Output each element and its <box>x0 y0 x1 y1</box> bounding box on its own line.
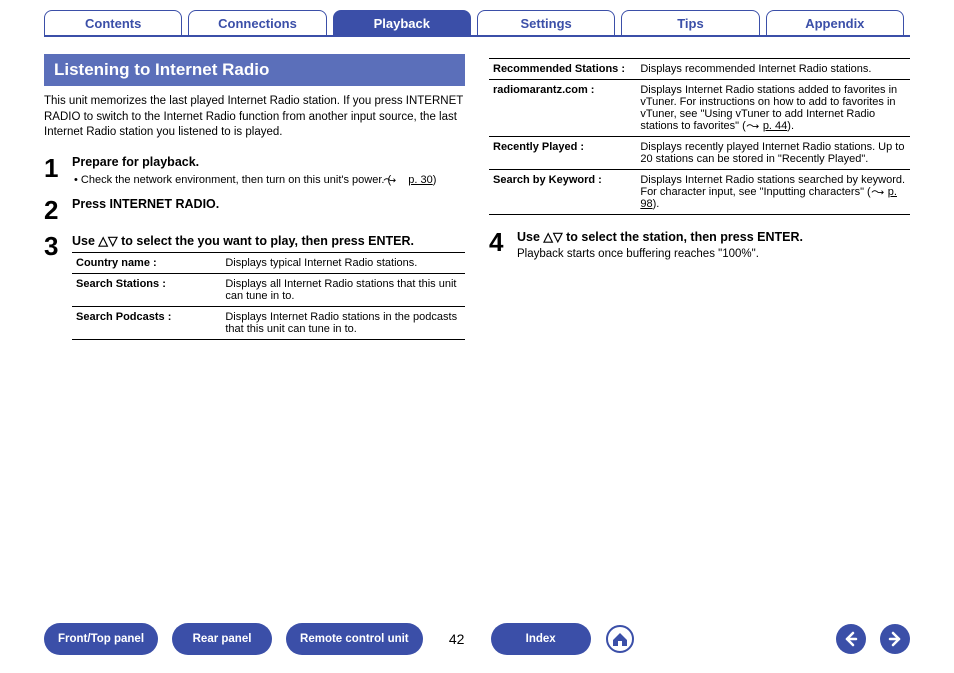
step-4-title: Use △▽ to select the station, then press… <box>517 229 910 244</box>
btn-index[interactable]: Index <box>491 623 591 655</box>
cell-label: Recently Played : <box>489 137 636 170</box>
cell-desc: Displays typical Internet Radio stations… <box>221 253 465 274</box>
page-number: 42 <box>445 631 469 647</box>
step-1: 1 Prepare for playback. Check the networ… <box>44 155 465 188</box>
tab-settings[interactable]: Settings <box>477 10 615 36</box>
cell-label: Recommended Stations : <box>489 59 636 80</box>
btn-remote-control-unit[interactable]: Remote control unit <box>286 623 423 655</box>
next-page-button[interactable] <box>880 624 910 654</box>
btn-front-top-panel[interactable]: Front/Top panel <box>44 623 158 655</box>
bottom-bar: Front/Top panel Rear panel Remote contro… <box>0 623 954 655</box>
step-2: 2 Press INTERNET RADIO. <box>44 197 465 223</box>
step-number: 1 <box>44 155 72 188</box>
tab-contents[interactable]: Contents <box>44 10 182 36</box>
step-1-title: Prepare for playback. <box>72 155 465 169</box>
link-p44[interactable]: p. 44 <box>763 120 787 132</box>
right-table: Recommended Stations : Displays recommen… <box>489 58 910 215</box>
page-content: Listening to Internet Radio This unit me… <box>0 36 954 350</box>
table-row: radiomarantz.com : Displays Internet Rad… <box>489 80 910 137</box>
home-icon[interactable] <box>605 624 635 654</box>
step-number: 4 <box>489 229 517 260</box>
top-tabbar: Contents Connections Playback Settings T… <box>0 0 954 36</box>
cell-label: Search Podcasts : <box>72 307 221 340</box>
step-3-table: Country name : Displays typical Internet… <box>72 252 465 340</box>
link-p30[interactable]: p. 30 <box>408 174 432 186</box>
step-1-sub: Check the network environment, then turn… <box>72 173 465 188</box>
table-row: Search Stations : Displays all Internet … <box>72 274 465 307</box>
table-row: Search by Keyword : Displays Internet Ra… <box>489 170 910 215</box>
tab-tips[interactable]: Tips <box>621 10 759 36</box>
step-3-title: Use △▽ to select the you want to play, t… <box>72 233 465 248</box>
cell-desc-a: Displays Internet Radio stations searche… <box>640 174 905 198</box>
tab-appendix[interactable]: Appendix <box>766 10 904 36</box>
cell-desc: Displays Internet Radio stations in the … <box>221 307 465 340</box>
cell-label: Country name : <box>72 253 221 274</box>
tab-connections[interactable]: Connections <box>188 10 326 36</box>
step-4-sub: Playback starts once buffering reaches "… <box>517 248 910 260</box>
step-1-sub-text: Check the network environment, then turn… <box>81 174 391 186</box>
right-column: Recommended Stations : Displays recommen… <box>489 54 910 350</box>
cell-desc: Displays all Internet Radio stations tha… <box>221 274 465 307</box>
hand-pointer-icon <box>871 188 885 197</box>
cell-label: Search by Keyword : <box>489 170 636 215</box>
hand-pointer-icon <box>391 175 405 184</box>
cell-label: Search Stations : <box>72 274 221 307</box>
hand-pointer-icon <box>746 122 760 131</box>
step-number: 3 <box>44 233 72 340</box>
btn-rear-panel[interactable]: Rear panel <box>172 623 272 655</box>
step-2-title: Press INTERNET RADIO. <box>72 197 465 211</box>
cell-desc-b: ). <box>653 198 660 210</box>
left-column: Listening to Internet Radio This unit me… <box>44 54 465 350</box>
cell-desc: Displays recommended Internet Radio stat… <box>636 59 910 80</box>
table-row: Recently Played : Displays recently play… <box>489 137 910 170</box>
cell-desc: Displays recently played Internet Radio … <box>636 137 910 170</box>
step-number: 2 <box>44 197 72 223</box>
step-3: 3 Use △▽ to select the you want to play,… <box>44 233 465 340</box>
table-row: Search Podcasts : Displays Internet Radi… <box>72 307 465 340</box>
cell-label: radiomarantz.com : <box>489 80 636 137</box>
intro-text: This unit memorizes the last played Inte… <box>44 94 465 141</box>
cell-desc-b: ). <box>787 120 794 132</box>
step-1-sub-close: ) <box>433 174 437 186</box>
section-title: Listening to Internet Radio <box>44 54 465 86</box>
step-4: 4 Use △▽ to select the station, then pre… <box>489 229 910 260</box>
table-row: Country name : Displays typical Internet… <box>72 253 465 274</box>
cell-desc: Displays Internet Radio stations added t… <box>636 80 910 137</box>
cell-desc: Displays Internet Radio stations searche… <box>636 170 910 215</box>
table-row: Recommended Stations : Displays recommen… <box>489 59 910 80</box>
tab-playback[interactable]: Playback <box>333 10 471 36</box>
prev-page-button[interactable] <box>836 624 866 654</box>
